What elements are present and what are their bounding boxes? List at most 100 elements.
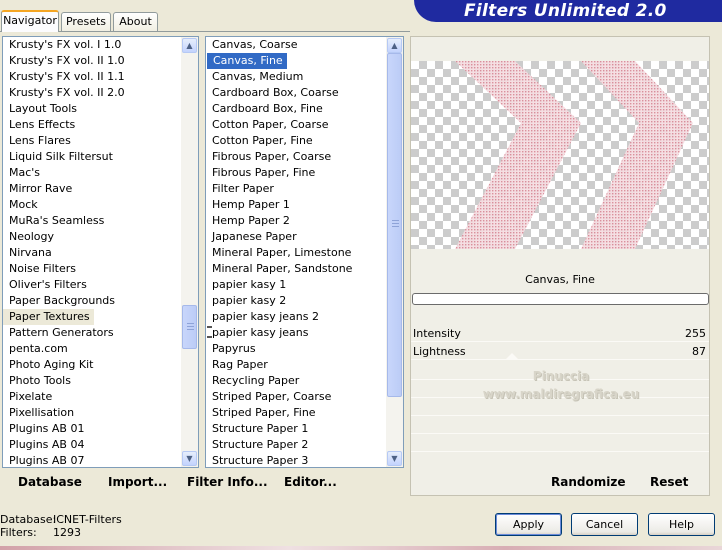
- help-button[interactable]: Help: [648, 513, 715, 536]
- filter-list-item[interactable]: Hemp Paper 2: [206, 213, 290, 229]
- category-list-item[interactable]: Pixellisation: [3, 405, 74, 421]
- category-list-item[interactable]: Pattern Generators: [3, 325, 114, 341]
- category-list-item[interactable]: Lens Effects: [3, 117, 75, 133]
- category-list-item[interactable]: Plugins AB 01: [3, 421, 84, 437]
- app-title: Filters Unlimited 2.0: [464, 1, 667, 21]
- category-scroll-thumb[interactable]: [182, 305, 197, 349]
- import-button[interactable]: Import...: [108, 475, 167, 489]
- category-scroll-up-icon[interactable]: ▲: [182, 38, 197, 53]
- filter-list-item[interactable]: Canvas, Medium: [206, 69, 303, 85]
- status-filters: Filters: 1293: [0, 526, 81, 539]
- filter-row: Fibrous Paper, Coarse: [206, 149, 385, 165]
- tab-presets[interactable]: Presets: [61, 12, 111, 31]
- filter-list-item[interactable]: Striped Paper, Coarse: [206, 389, 331, 405]
- category-row: Noise Filters: [3, 261, 180, 277]
- cancel-button[interactable]: Cancel: [571, 513, 638, 536]
- filter-list-item[interactable]: papier kasy 1: [206, 277, 286, 293]
- filter-list-item[interactable]: Hemp Paper 1: [206, 197, 290, 213]
- filter-list-item[interactable]: Canvas, Coarse: [206, 37, 298, 53]
- category-row: Krusty's FX vol. II 1.0: [3, 53, 180, 69]
- param-intensity-label: Intensity: [413, 327, 461, 340]
- category-list-item[interactable]: Plugins AB 04: [3, 437, 84, 453]
- param-lightness-value: 87: [692, 345, 706, 358]
- category-list-item[interactable]: MuRa's Seamless: [3, 213, 104, 229]
- preview-panel: Canvas, Fine Intensity 255 Lightness 87 …: [410, 36, 710, 496]
- filter-list-item[interactable]: Filter Paper: [206, 181, 274, 197]
- category-row: Layout Tools: [3, 101, 180, 117]
- param-lightness[interactable]: Lightness 87: [411, 342, 709, 360]
- category-list-item[interactable]: Mock: [3, 197, 38, 213]
- filter-list-item[interactable]: Structure Paper 3: [206, 453, 308, 467]
- filter-list-item[interactable]: Cotton Paper, Coarse: [206, 117, 329, 133]
- filter-list-item[interactable]: papier kasy jeans: [206, 325, 308, 341]
- tab-about[interactable]: About: [113, 12, 158, 31]
- category-list-item[interactable]: Paper Backgrounds: [3, 293, 115, 309]
- filter-list-item[interactable]: Canvas, Fine: [207, 53, 287, 69]
- filter-list-item[interactable]: Structure Paper 2: [206, 437, 308, 453]
- editor-button[interactable]: Editor...: [284, 475, 337, 489]
- category-row: Lens Flares: [3, 133, 180, 149]
- filter-row: Canvas, Fine: [206, 53, 385, 69]
- apply-button[interactable]: Apply: [495, 513, 562, 536]
- filter-row: Cardboard Box, Coarse: [206, 85, 385, 101]
- category-list-item[interactable]: Photo Tools: [3, 373, 71, 389]
- filter-list[interactable]: Canvas, Coarse Canvas, Fine Canvas, Medium…: [205, 36, 404, 468]
- filter-list-item[interactable]: papier kasy jeans 2: [206, 309, 319, 325]
- category-list-item[interactable]: Lens Flares: [3, 133, 71, 149]
- filter-row: Cotton Paper, Fine: [206, 133, 385, 149]
- filter-list-item[interactable]: Papyrus: [206, 341, 256, 357]
- filter-info-button[interactable]: Filter Info...: [187, 475, 268, 489]
- category-list-item[interactable]: Krusty's FX vol. II 2.0: [3, 85, 125, 101]
- category-scrollbar[interactable]: ▲ ▼: [181, 37, 198, 467]
- randomize-button[interactable]: Randomize: [551, 475, 625, 489]
- filter-list-item[interactable]: papier kasy 2: [206, 293, 286, 309]
- category-list-item[interactable]: Liquid Silk Filtersut: [3, 149, 113, 165]
- category-list-item[interactable]: Mac's: [3, 165, 40, 181]
- filter-list-item[interactable]: Cardboard Box, Fine: [206, 101, 323, 117]
- category-row: Pixelate: [3, 389, 180, 405]
- filter-list-item[interactable]: Japanese Paper: [206, 229, 297, 245]
- filter-list-item[interactable]: Mineral Paper, Limestone: [206, 245, 351, 261]
- status-filters-label: Filters:: [0, 526, 37, 539]
- filter-list-item[interactable]: Striped Paper, Fine: [206, 405, 316, 421]
- category-list[interactable]: Krusty's FX vol. I 1.0 Krusty's FX vol. I…: [2, 36, 199, 468]
- filter-row: Rag Paper: [206, 357, 385, 373]
- watermark-line-2: www.maldiregrafica.eu: [482, 387, 640, 401]
- status-database: Database: ICNET-Filters: [0, 513, 122, 526]
- category-list-item[interactable]: Krusty's FX vol. I 1.0: [3, 37, 121, 53]
- filter-scroll-thumb[interactable]: [387, 53, 402, 397]
- category-list-item[interactable]: Pixelate: [3, 389, 52, 405]
- filter-list-item[interactable]: Rag Paper: [206, 357, 268, 373]
- category-list-item[interactable]: Nirvana: [3, 245, 52, 261]
- filter-scroll-down-icon[interactable]: ▼: [387, 451, 402, 466]
- filter-list-item[interactable]: Recycling Paper: [206, 373, 299, 389]
- filter-scroll-up-icon[interactable]: ▲: [387, 38, 402, 53]
- filter-scrollbar[interactable]: ▲ ▼: [386, 37, 403, 467]
- preview-pattern: [455, 61, 693, 249]
- category-list-item[interactable]: Layout Tools: [3, 101, 77, 117]
- filter-list-item[interactable]: Mineral Paper, Sandstone: [206, 261, 352, 277]
- param-intensity[interactable]: Intensity 255: [411, 324, 709, 342]
- category-list-item[interactable]: Noise Filters: [3, 261, 76, 277]
- tab-navigator[interactable]: Navigator: [1, 10, 59, 32]
- category-list-item[interactable]: Krusty's FX vol. II 1.0: [3, 53, 125, 69]
- category-scroll-down-icon[interactable]: ▼: [182, 451, 197, 466]
- watermark: Pinuccia www.maldiregrafica.eu: [441, 367, 681, 403]
- category-list-item[interactable]: Plugins AB 07: [3, 453, 84, 467]
- category-list-item[interactable]: penta.com: [3, 341, 68, 357]
- category-row: Photo Aging Kit: [3, 357, 180, 373]
- category-list-item[interactable]: Paper Textures: [3, 309, 94, 325]
- reset-button[interactable]: Reset: [650, 475, 688, 489]
- filter-list-item[interactable]: Fibrous Paper, Coarse: [206, 149, 331, 165]
- database-button[interactable]: Database: [18, 475, 82, 489]
- category-list-item[interactable]: Krusty's FX vol. II 1.1: [3, 69, 125, 85]
- category-list-item[interactable]: Oliver's Filters: [3, 277, 87, 293]
- filter-list-item[interactable]: Fibrous Paper, Fine: [206, 165, 315, 181]
- category-list-item[interactable]: Photo Aging Kit: [3, 357, 93, 373]
- filter-list-item[interactable]: Structure Paper 1: [206, 421, 308, 437]
- filter-list-item[interactable]: Cardboard Box, Coarse: [206, 85, 339, 101]
- category-list-item[interactable]: Neology: [3, 229, 54, 245]
- filter-list-item[interactable]: Cotton Paper, Fine: [206, 133, 313, 149]
- category-list-item[interactable]: Mirror Rave: [3, 181, 72, 197]
- list-splitter-icon[interactable]: [207, 326, 212, 338]
